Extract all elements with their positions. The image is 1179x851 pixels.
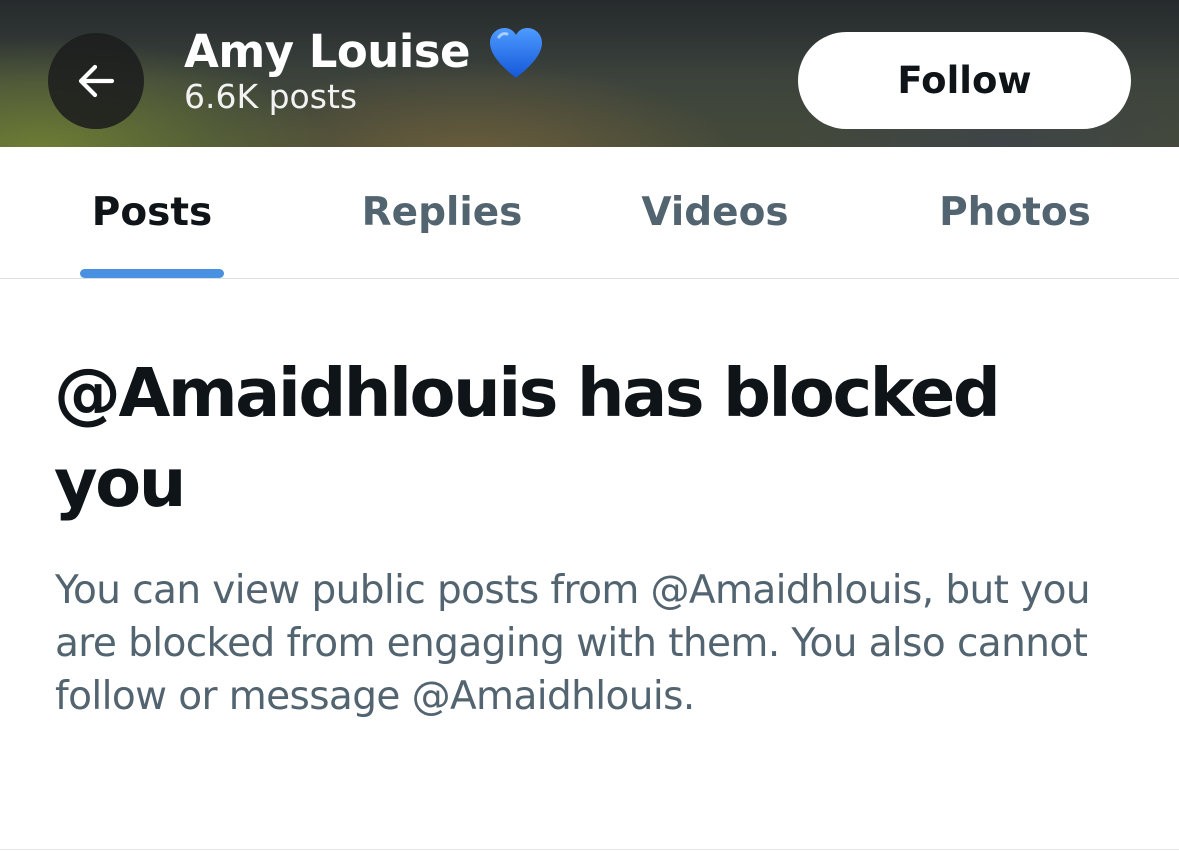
blocked-title: @Amaidhlouis has blocked you (54, 354, 1001, 522)
post-count: 6.6K posts (184, 77, 358, 116)
profile-name: Amy Louise (184, 25, 471, 78)
profile-title-block: Amy Louise 6.6K posts (184, 22, 546, 115)
divider (0, 849, 1179, 850)
tab-photos[interactable]: Photos (905, 147, 1125, 278)
follow-button[interactable]: Follow (798, 32, 1131, 129)
profile-tabs: Posts Replies Videos Photos (0, 147, 1179, 279)
back-button[interactable] (48, 33, 144, 129)
tab-posts[interactable]: Posts (52, 147, 252, 278)
blocked-description: You can view public posts from @Amaidhlo… (55, 568, 1091, 719)
profile-name-row: Amy Louise (184, 22, 546, 82)
profile-page: Amy Louise 6.6K posts Follow Posts Repli… (0, 0, 1179, 851)
tab-replies[interactable]: Replies (331, 147, 553, 278)
arrow-left-icon (78, 64, 115, 98)
tab-videos[interactable]: Videos (610, 147, 820, 278)
active-tab-indicator (80, 269, 224, 278)
profile-header: Amy Louise 6.6K posts Follow (0, 0, 1179, 147)
blue-heart-icon (490, 28, 543, 78)
